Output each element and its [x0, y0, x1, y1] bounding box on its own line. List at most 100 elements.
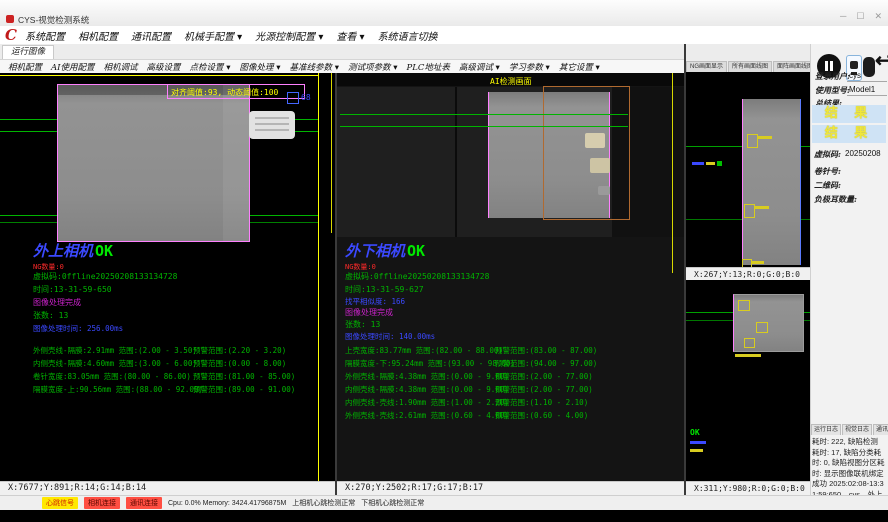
secondary-image-view[interactable]: OK: [686, 280, 810, 481]
proc-time: 图像处理时间: 256.00ms: [33, 323, 123, 334]
upper-camera-heartbeat: 上相机心跳检测正常: [292, 498, 355, 508]
machine-seam: [455, 87, 457, 237]
window-title: CYS-视觉检测系统: [18, 14, 89, 26]
measurement-row: 内侧壳线-隔膜:4.60mm 范围:(3.00 - 6.00) 预警范围:(0.…: [33, 358, 333, 371]
measurement-main: 外侧壳线-隔膜:2.91mm 范围:(2.00 - 3.50): [33, 345, 197, 356]
bright-spot: [590, 158, 610, 173]
signal-lamp-icon[interactable]: [863, 57, 875, 77]
proc-time: 图像处理时间: 140.00ms: [345, 331, 435, 342]
camera-title: 外下相机OK: [345, 240, 425, 261]
measurement-list: 外侧壳线-隔膜:2.91mm 范围:(2.00 - 3.50) 预警范围:(2.…: [33, 345, 333, 397]
toolbar-item[interactable]: 测试项参数 ▾: [348, 61, 397, 73]
menu-item[interactable]: 相机配置: [78, 28, 118, 43]
log-tabs: 运行日志视觉日志通讯日志: [811, 424, 888, 435]
login-label: 登录用户:: [815, 71, 850, 82]
guide-line: [672, 73, 673, 273]
ok-label: OK: [690, 428, 700, 437]
measurement-warn: 预警范围:(81.00 - 85.00): [193, 371, 295, 382]
marker-tag: [735, 354, 761, 357]
toolbar-item[interactable]: AI使用配置: [51, 61, 95, 73]
menu-item[interactable]: 机械手配置 ▾: [184, 28, 242, 43]
app-window: CYS-视觉检测系统 ─ ☐ ✕ C 系统配置相机配置通讯配置机械手配置 ▾光源…: [0, 0, 888, 522]
model-value: Model1: [849, 85, 875, 94]
measurement-main: 内侧壳线-隔膜:4.60mm 范围:(3.00 - 6.00): [33, 358, 197, 369]
barcode-text: 虚拟码:0ffline20250208133134728: [33, 271, 177, 282]
toolbar-item[interactable]: 点检设置 ▾: [190, 61, 231, 73]
toolbar-item[interactable]: 图像处理 ▾: [240, 61, 281, 73]
camera-icon: [850, 61, 858, 69]
menu-item[interactable]: 系统配置: [25, 28, 65, 43]
result-ok: OK: [407, 242, 425, 260]
measurement-row: 卷针宽度:83.05mm 范围:(80.00 - 86.00) 预警范围:(81…: [33, 371, 333, 384]
cell-region: [742, 99, 801, 265]
done-text: 图像处理完成: [33, 297, 81, 308]
toolbar-item[interactable]: 高级设置: [147, 61, 181, 73]
log-tab[interactable]: 视觉日志: [842, 424, 872, 435]
left-coordbar: X:7677;Y:891;R:14;G:14;B:14: [0, 481, 335, 495]
bright-spot: [585, 133, 605, 148]
heartbeat-status-badge: 心跳信号: [42, 497, 78, 509]
guide-line: [0, 75, 318, 76]
toolbar: 相机配置 AI使用配置相机调试高级设置点检设置 ▾ 图像处理 ▾ 基准线参数 ▾ 测试项…: [0, 60, 694, 74]
bright-spot: [598, 186, 610, 195]
small-view-tab[interactable]: NG画面显示: [686, 61, 727, 72]
camera-title: 外上相机OK: [33, 240, 113, 261]
toolbar-item[interactable]: 相机配置: [8, 61, 42, 73]
toolbar-item[interactable]: 相机调试: [104, 61, 138, 73]
defect-marker: [744, 204, 755, 218]
measurement-row: 外侧壳线-壳线:2.61mm 范围:(0.60 - 4.00) 预警范围:(0.…: [345, 410, 675, 423]
lower-camera-heartbeat: 下相机心跳检测正常: [361, 498, 424, 508]
ng-view-coordbar: X:267;Y:13;R:0;G:0;B:0: [686, 267, 810, 280]
defect-marker: [738, 300, 750, 311]
guide-line: [318, 73, 319, 481]
toolbar-item[interactable]: 基准线参数 ▾: [290, 61, 339, 73]
measure-line: [340, 126, 628, 127]
cpu-memory-text: Cpu: 0.0% Memory: 3424.41796875M: [168, 500, 286, 507]
login-value: cys: [849, 71, 861, 80]
measurement-warn: 预警范围:(2.00 - 77.00): [495, 384, 593, 395]
toolbar-item[interactable]: 其它设置 ▾: [559, 61, 600, 73]
toolbar-item[interactable]: PLC地址表: [406, 61, 449, 73]
overlay-tag: [692, 162, 704, 165]
frame-count: 张数: 13: [33, 310, 68, 321]
measurement-warn: 预警范围:(2.00 - 77.00): [495, 371, 593, 382]
measurement-warn: 预警范围:(0.00 - 8.00): [193, 358, 286, 369]
measurement-warn: 预警范围:(1.10 - 2.10): [495, 397, 588, 408]
middle-camera-view[interactable]: AI检测画面 外下相机OK NG数量:0 虚拟码:0ffline20250208…: [337, 73, 684, 481]
measurement-main: 隔膜宽度-下:95.24mm 范围:(93.00 - 98.00): [345, 358, 515, 369]
barcode-text: 虚拟码:0ffline20250208133134728: [345, 271, 489, 282]
menu-item[interactable]: 通讯配置: [131, 28, 171, 43]
result-badge: 结 果: [812, 105, 886, 123]
menu-bar: C 系统配置相机配置通讯配置机械手配置 ▾光源控制配置 ▾查看 ▾系统语言切换: [0, 26, 888, 45]
maximize-button[interactable]: ☐: [856, 11, 864, 22]
menu-item[interactable]: 光源控制配置 ▾: [255, 28, 323, 43]
measurement-warn: 预警范围:(83.00 - 87.00): [495, 345, 597, 356]
menu-item[interactable]: 查看 ▾: [336, 28, 364, 43]
comm-connect-badge: 通讯连接: [126, 497, 162, 509]
defect-marker: [744, 338, 755, 348]
overlay-tag: [717, 161, 722, 166]
marker-tag: [758, 136, 772, 139]
minimize-button[interactable]: ─: [840, 11, 846, 22]
cell-region: [57, 84, 250, 242]
small-view-tab[interactable]: 所有画面线图: [728, 61, 772, 72]
log-tab[interactable]: 运行日志: [811, 424, 841, 435]
ai-roi-rect: [543, 86, 630, 220]
middle-coordbar: X:270;Y:2502;R:17;G:17;B:17: [337, 481, 684, 495]
ng-image-view[interactable]: [686, 72, 810, 267]
menu-item[interactable]: 系统语言切换: [378, 28, 438, 43]
tab-run-image[interactable]: 运行图像: [2, 45, 54, 59]
toolbar-item[interactable]: 学习参数 ▾: [509, 61, 550, 73]
measurement-row: 隔膜宽度-上:90.56mm 范围:(88.00 - 92.00) 预警范围:(…: [33, 384, 333, 397]
close-button[interactable]: ✕: [874, 11, 882, 22]
toolbar-item[interactable]: 高级调试 ▾: [459, 61, 500, 73]
status-bar: 心跳信号 相机连接 通讯连接 Cpu: 0.0% Memory: 3424.41…: [0, 495, 888, 510]
measurement-main: 卷针宽度:83.05mm 范围:(80.00 - 86.00): [33, 371, 191, 382]
log-tab[interactable]: 通讯日志: [873, 424, 888, 435]
measurement-row: 外侧壳线-隔膜:2.91mm 范围:(2.00 - 3.50) 预警范围:(2.…: [33, 345, 333, 358]
return-arrow-icon[interactable]: ↩: [875, 48, 888, 73]
left-camera-view[interactable]: 对齐阈值:93, 动态阈值:100 68 外上相机OK NG数量:0 虚拟码:0…: [0, 73, 335, 481]
threshold-label-box: 对齐阈值:93, 动态阈值:100: [167, 84, 305, 99]
result-badge: 结 果: [812, 125, 886, 143]
bottom-filler: [0, 510, 888, 522]
